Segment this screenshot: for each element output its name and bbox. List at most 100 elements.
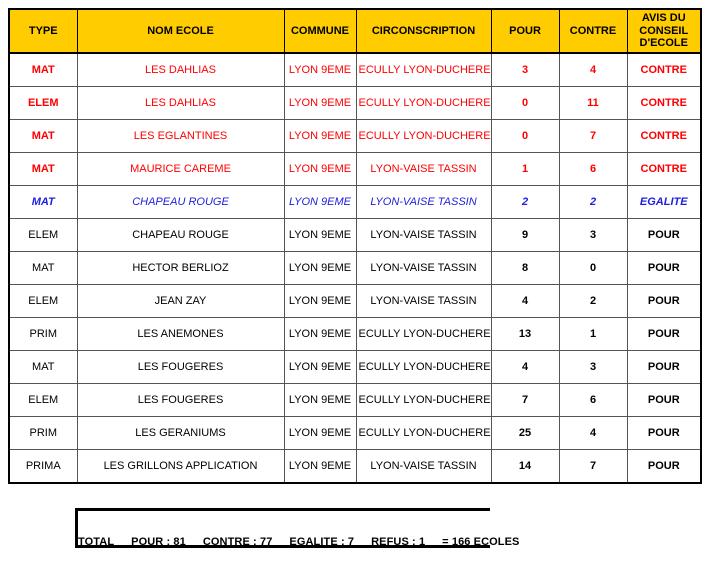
- cell-commune: LYON 9EME: [283, 350, 357, 384]
- cell-contre: 0: [558, 251, 628, 285]
- cell-circonscription: LYON-VAISE TASSIN: [355, 152, 492, 186]
- cell-nom-ecole: HECTOR BERLIOZ: [76, 251, 285, 285]
- column-header-commune: COMMUNE: [283, 8, 357, 54]
- cell-contre: 1: [558, 317, 628, 351]
- table-row: ELEM CHAPEAU ROUGE LYON 9EME LYON-VAISE TAS…: [8, 218, 702, 252]
- summary-pour: POUR : 81: [131, 536, 186, 548]
- cell-nom-ecole: LES GRILLONS APPLICATION: [76, 449, 285, 484]
- cell-type: ELEM: [8, 383, 78, 417]
- cell-type: MAT: [8, 119, 78, 153]
- cell-contre: 4: [558, 52, 628, 87]
- cell-nom-ecole: LES FOUGERES: [76, 350, 285, 384]
- table-row: PRIMA LES GRILLONS APPLICATION LYON 9EME LY…: [8, 449, 702, 484]
- table-row: MAT CHAPEAU ROUGE LYON 9EME LYON-VAISE TASS…: [8, 185, 702, 219]
- cell-avis: POUR: [626, 416, 702, 450]
- cell-avis: CONTRE: [626, 52, 702, 87]
- cell-avis: EGALITE: [626, 185, 702, 219]
- cell-commune: LYON 9EME: [283, 185, 357, 219]
- cell-circonscription: LYON-VAISE TASSIN: [355, 185, 492, 219]
- cell-circonscription: ECULLY LYON-DUCHERE: [355, 350, 492, 384]
- cell-contre: 6: [558, 152, 628, 186]
- column-header-nom: NOM ECOLE: [76, 8, 285, 54]
- summary-result: = 166 ECOLES: [442, 536, 520, 548]
- cell-nom-ecole: MAURICE CAREME: [76, 152, 285, 186]
- cell-pour: 7: [490, 383, 560, 417]
- cell-avis: POUR: [626, 284, 702, 318]
- cell-type: MAT: [8, 52, 78, 87]
- table-header-row: TYPE NOM ECOLE COMMUNE CIRCONSCRIPTION P…: [8, 8, 702, 54]
- cell-pour: 13: [490, 317, 560, 351]
- cell-commune: LYON 9EME: [283, 152, 357, 186]
- table-row: MAT LES EGLANTINES LYON 9EME ECULLY LYON-DU…: [8, 119, 702, 153]
- summary-contre: CONTRE : 77: [202, 536, 273, 548]
- cell-circonscription: ECULLY LYON-DUCHERE: [355, 383, 492, 417]
- table-row: MAT MAURICE CAREME LYON 9EME LYON-VAISE TAS…: [8, 152, 702, 186]
- cell-pour: 0: [490, 119, 560, 153]
- cell-commune: LYON 9EME: [283, 218, 357, 252]
- cell-type: PRIMA: [8, 449, 78, 484]
- cell-pour: 0: [490, 86, 560, 120]
- cell-circonscription: ECULLY LYON-DUCHERE: [355, 86, 492, 120]
- cell-commune: LYON 9EME: [283, 284, 357, 318]
- cell-nom-ecole: LES DAHLIAS: [76, 52, 285, 87]
- column-header-circonscription: CIRCONSCRIPTION: [355, 8, 492, 54]
- table-row: ELEM LES DAHLIAS LYON 9EME ECULLY LYON-DUCH…: [8, 86, 702, 120]
- cell-commune: LYON 9EME: [283, 383, 357, 417]
- summary-refus: REFUS : 1: [371, 536, 426, 548]
- cell-contre: 4: [558, 416, 628, 450]
- cell-nom-ecole: JEAN ZAY: [76, 284, 285, 318]
- cell-type: ELEM: [8, 86, 78, 120]
- cell-commune: LYON 9EME: [283, 317, 357, 351]
- cell-circonscription: LYON-VAISE TASSIN: [355, 218, 492, 252]
- cell-commune: LYON 9EME: [283, 251, 357, 285]
- cell-contre: 3: [558, 350, 628, 384]
- cell-avis: POUR: [626, 251, 702, 285]
- summary-total-label: TOTAL: [78, 536, 115, 548]
- cell-avis: CONTRE: [626, 152, 702, 186]
- cell-avis: POUR: [626, 218, 702, 252]
- cell-commune: LYON 9EME: [283, 86, 357, 120]
- cell-nom-ecole: LES FOUGERES: [76, 383, 285, 417]
- cell-type: MAT: [8, 251, 78, 285]
- cell-commune: LYON 9EME: [283, 449, 357, 484]
- cell-contre: 7: [558, 119, 628, 153]
- avis-header-line-1: AVIS DU: [641, 12, 686, 25]
- cell-contre: 11: [558, 86, 628, 120]
- cell-nom-ecole: LES DAHLIAS: [76, 86, 285, 120]
- cell-circonscription: ECULLY LYON-DUCHERE: [355, 416, 492, 450]
- cell-type: ELEM: [8, 218, 78, 252]
- cell-pour: 8: [490, 251, 560, 285]
- cell-avis: POUR: [626, 449, 702, 484]
- cell-pour: 3: [490, 52, 560, 87]
- cell-type: PRIM: [8, 416, 78, 450]
- table-row: ELEM JEAN ZAY LYON 9EME LYON-VAISE TASSIN 4 2…: [8, 284, 702, 318]
- column-header-contre: CONTRE: [558, 8, 628, 54]
- cell-avis: CONTRE: [626, 119, 702, 153]
- table-body: MAT LES DAHLIAS LYON 9EME ECULLY LYON-DUCHE…: [8, 52, 702, 484]
- cell-contre: 2: [558, 284, 628, 318]
- column-header-pour: POUR: [490, 8, 560, 54]
- cell-type: PRIM: [8, 317, 78, 351]
- cell-contre: 3: [558, 218, 628, 252]
- results-table-container: TYPE NOM ECOLE COMMUNE CIRCONSCRIPTION P…: [8, 8, 702, 484]
- cell-circonscription: ECULLY LYON-DUCHERE: [355, 52, 492, 87]
- school-council-votes-table: TYPE NOM ECOLE COMMUNE CIRCONSCRIPTION P…: [8, 8, 702, 484]
- table-row: MAT HECTOR BERLIOZ LYON 9EME LYON-VAISE TAS…: [8, 251, 702, 285]
- column-header-avis: AVIS DU CONSEIL D'ECOLE: [626, 8, 702, 54]
- cell-circonscription: ECULLY LYON-DUCHERE: [355, 119, 492, 153]
- table-row: MAT LES DAHLIAS LYON 9EME ECULLY LYON-DUCHE…: [8, 52, 702, 87]
- cell-nom-ecole: LES GERANIUMS: [76, 416, 285, 450]
- table-row: MAT LES FOUGERES LYON 9EME ECULLY LYON-DUCH…: [8, 350, 702, 384]
- summary-egalite: EGALITE : 7: [289, 536, 355, 548]
- cell-commune: LYON 9EME: [283, 52, 357, 87]
- cell-contre: 2: [558, 185, 628, 219]
- cell-contre: 7: [558, 449, 628, 484]
- avis-header-line-3: D'ECOLE: [639, 37, 688, 50]
- cell-type: MAT: [8, 350, 78, 384]
- cell-pour: 4: [490, 350, 560, 384]
- cell-pour: 2: [490, 185, 560, 219]
- cell-type: MAT: [8, 152, 78, 186]
- cell-nom-ecole: CHAPEAU ROUGE: [76, 218, 285, 252]
- table-header: TYPE NOM ECOLE COMMUNE CIRCONSCRIPTION P…: [8, 8, 702, 54]
- cell-avis: CONTRE: [626, 86, 702, 120]
